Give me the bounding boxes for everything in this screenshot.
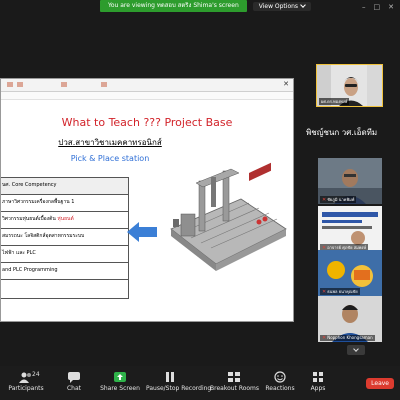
meeting-toolbar: 24 Participants Chat Share Screen Pause/… [0, 366, 400, 400]
table-highlight: หุ่นยนต์ [57, 216, 74, 222]
active-speaker-video[interactable]: ผศ.ดร.ทองพงษ์ [316, 64, 383, 107]
table-row: วิศวกรรมหุ่นยนต์เบื้องต้น หุ่นยนต์ [1, 212, 128, 229]
table-row [1, 280, 128, 299]
powerpoint-toolbar [1, 92, 293, 100]
chat-label: Chat [66, 385, 82, 392]
ribbon-icon [7, 82, 13, 87]
shared-screen: ✕ What to Teach ??? Project Base ปวส.สาข… [0, 78, 294, 322]
share-banner: You are viewing ทดสอบ สตริง Shima's scre… [100, 0, 312, 12]
participant-tile[interactable]: ✕Nopphon Khongsaman [318, 296, 382, 342]
breakout-rooms-label: Breakout Rooms [210, 385, 260, 392]
participants-button[interactable]: 24 Participants [2, 371, 50, 392]
ribbon-icon [61, 82, 67, 87]
powerpoint-ribbon: ✕ [1, 79, 293, 92]
breakout-icon [228, 372, 240, 382]
chat-icon [68, 372, 80, 383]
view-options-button[interactable]: View Options [252, 1, 312, 11]
maximize-button[interactable]: □ [374, 3, 381, 11]
apps-label: Apps [310, 385, 326, 392]
gallery-header-name: พิชญ์ชนก วศ.เอ็ดทีม [306, 128, 378, 137]
close-button[interactable]: ✕ [388, 3, 394, 11]
pause-icon [166, 372, 174, 382]
window-controls: – □ ✕ [362, 3, 394, 11]
view-options-label: View Options [258, 2, 299, 10]
participants-label: Participants [8, 385, 44, 392]
participant-tile[interactable]: ✕ชัยภูมิ นาคพิมพ์ [318, 158, 382, 204]
participant-name: ✕ธนพล ธนาคุณชัย [320, 288, 360, 295]
participant-name: ✕ชัยภูมิ นาคพิมพ์ [320, 196, 357, 203]
slide-close-icon: ✕ [283, 80, 289, 88]
table-row: สมรรถนะ โลจิสติกส์อุตสาหกรรมระบบ [1, 229, 128, 246]
participant-name-text: Nopphon Khongsaman [327, 335, 373, 340]
share-screen-button[interactable]: Share Screen [96, 371, 144, 392]
mic-muted-icon: ✕ [322, 335, 327, 341]
chat-button[interactable]: Chat [50, 371, 98, 392]
pause-stop-recording-button[interactable]: Pause/Stop Recording [146, 371, 212, 392]
ribbon-icon [101, 82, 107, 87]
slide-title: What to Teach ??? Project Base [61, 116, 233, 129]
left-arrow-icon [127, 222, 157, 242]
participant-name: ✕Nopphon Khongsaman [320, 335, 375, 341]
apps-button[interactable]: Apps [294, 371, 342, 392]
share-screen-icon [114, 372, 126, 382]
table-row: ภาษาวิศวกรรมเครื่องกลพื้นฐาน 1 [1, 195, 128, 212]
breakout-rooms-button[interactable]: Breakout Rooms [210, 371, 260, 392]
mic-muted-icon: ✕ [322, 289, 327, 295]
reactions-icon [274, 371, 286, 383]
apps-icon [313, 372, 323, 382]
leave-button[interactable]: Leave [366, 378, 394, 389]
mic-muted-icon: ✕ [322, 197, 327, 203]
participant-spacer [318, 230, 382, 250]
competency-table: นศ. Core Competency ภาษาวิศวกรรมเครื่องก… [1, 177, 129, 299]
participant-name-text: ชัยภูมิ นาคพิมพ์ [327, 197, 355, 202]
share-banner-text: You are viewing ทดสอบ สตริง Shima's scre… [100, 0, 247, 12]
participant-name-text: ธนพล ธนาคุณชัย [327, 289, 358, 294]
participants-icon [19, 372, 31, 383]
pause-stop-recording-label: Pause/Stop Recording [146, 385, 212, 392]
speaker-name: ผศ.ดร.ทองพงษ์ [319, 98, 350, 105]
pick-place-station-image [170, 162, 287, 271]
table-cell: วิศวกรรมหุ่นยนต์เบื้องต้น [2, 216, 56, 222]
gallery-scroll-down-button[interactable] [347, 345, 365, 355]
chevron-down-icon [300, 2, 306, 8]
chevron-down-icon [353, 346, 359, 352]
participant-tile[interactable]: ✕ธนพล ธนาคุณชัย [318, 250, 382, 296]
minimize-button[interactable]: – [362, 3, 366, 11]
table-row: and PLC Programming [1, 263, 128, 280]
participants-count: 24 [32, 371, 40, 378]
share-screen-label: Share Screen [100, 385, 140, 392]
slide-subtitle-thai: ปวส.สาขาวิชาเมคคาทรอนิกส์ [58, 138, 162, 147]
table-row: นศ. Core Competency [1, 178, 128, 195]
ribbon-icon [17, 82, 23, 87]
table-row: ไฟฟ้า และ PLC [1, 246, 128, 263]
